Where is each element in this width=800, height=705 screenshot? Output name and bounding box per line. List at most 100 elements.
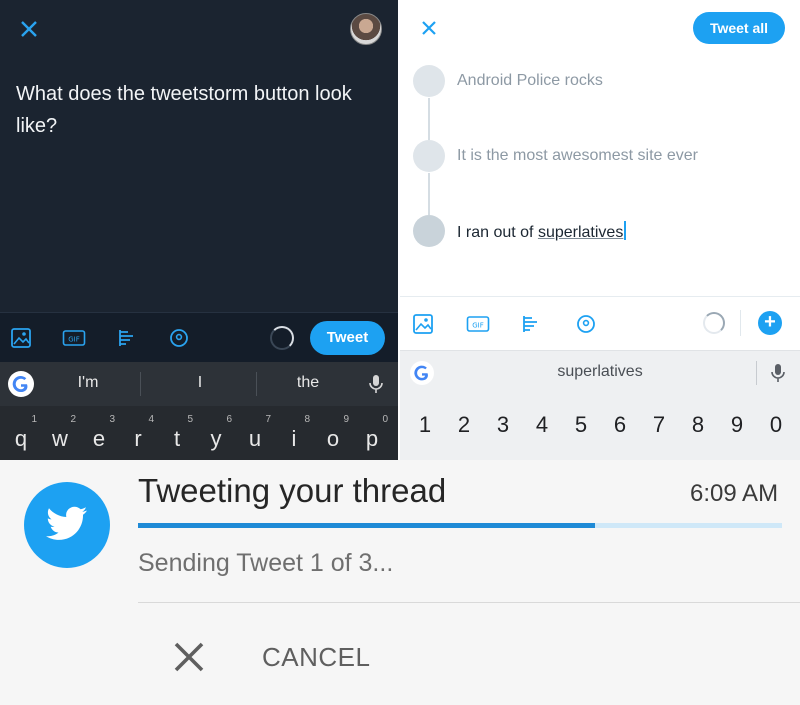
mic-icon[interactable]	[368, 374, 384, 394]
key-number: 3	[109, 414, 115, 425]
divider	[140, 372, 141, 396]
location-icon[interactable]	[575, 313, 597, 335]
svg-text:GIF: GIF	[68, 336, 80, 344]
key-w[interactable]: 2w	[41, 414, 79, 454]
composer-toolbar: GIF Tweet	[0, 312, 398, 362]
cancel-button[interactable]: CANCEL	[168, 632, 388, 680]
key-1[interactable]: 1	[406, 412, 444, 438]
key-2[interactable]: 2	[445, 412, 483, 438]
close-icon[interactable]	[16, 16, 42, 42]
svg-text:GIF: GIF	[472, 322, 484, 330]
key-number: 6	[226, 414, 232, 425]
divider	[138, 602, 800, 603]
keyboard-suggestion-bar: superlatives	[400, 350, 800, 394]
key-3[interactable]: 3	[484, 412, 522, 438]
thread-avatar	[413, 140, 445, 172]
key-number: 7	[265, 414, 271, 425]
key-4[interactable]: 4	[523, 412, 561, 438]
tweet-button[interactable]: Tweet	[310, 321, 385, 355]
key-9[interactable]: 9	[718, 412, 756, 438]
mic-icon[interactable]	[770, 363, 786, 383]
key-5[interactable]: 5	[562, 412, 600, 438]
key-q[interactable]: 1q	[2, 414, 40, 454]
upload-progress-bar	[138, 523, 782, 528]
key-number: 1	[31, 414, 37, 425]
location-icon[interactable]	[168, 327, 190, 349]
close-icon	[172, 640, 206, 674]
key-letter: i	[291, 426, 297, 451]
add-tweet-button[interactable]: +	[758, 311, 782, 335]
avatar[interactable]	[350, 13, 382, 45]
text-cursor	[624, 221, 627, 240]
thread-avatar	[413, 65, 445, 97]
suggestion-2[interactable]: I	[160, 374, 240, 392]
suggestion-1[interactable]: superlatives	[520, 363, 680, 381]
key-letter: o	[326, 426, 340, 451]
key-number: 2	[70, 414, 76, 425]
key-y[interactable]: 6y	[197, 414, 235, 454]
twitter-bird-icon	[24, 482, 110, 568]
key-6[interactable]: 6	[601, 412, 639, 438]
divider	[740, 310, 741, 336]
thread-toolbar: GIF +	[400, 296, 800, 350]
upload-notification[interactable]: Tweeting your thread 6:09 AM Sending Twe…	[0, 460, 800, 705]
key-letter: t	[173, 426, 181, 451]
thread-composer-screen: Tweet all Android Police rocks It is the…	[400, 0, 800, 460]
misspelled-word: superlatives	[537, 224, 624, 241]
thread-icon[interactable]	[116, 327, 138, 349]
key-letter: e	[92, 426, 106, 451]
thread-connector	[428, 98, 430, 140]
notification-time: 6:09 AM	[690, 480, 779, 507]
progress-fill	[138, 523, 596, 528]
thread-avatar	[413, 215, 445, 247]
keyboard-top-row: 1q 2w 3e 4r 5t 6y 7u 8i 9o 0p	[0, 406, 398, 460]
tweet-all-button[interactable]: Tweet all	[693, 12, 785, 44]
compose-text-field[interactable]: What does the tweetstorm button look lik…	[16, 78, 376, 142]
thread-tweet-2[interactable]: It is the most awesomest site ever	[457, 147, 698, 165]
google-icon[interactable]	[410, 361, 434, 385]
gif-icon[interactable]: GIF	[62, 327, 86, 349]
key-number: 9	[343, 414, 349, 425]
key-letter: w	[52, 426, 68, 451]
key-number: 5	[187, 414, 193, 425]
keyboard-number-row: 1 2 3 4 5 6 7 8 9 0	[400, 394, 800, 460]
image-icon[interactable]	[412, 313, 434, 335]
tweet-text: I ran out of	[457, 224, 538, 241]
key-number: 0	[382, 414, 388, 425]
thread-tweet-1[interactable]: Android Police rocks	[457, 72, 603, 90]
close-icon[interactable]	[417, 16, 441, 40]
key-letter: p	[365, 426, 379, 451]
google-icon[interactable]	[8, 371, 34, 397]
key-e[interactable]: 3e	[80, 414, 118, 454]
key-number: 4	[148, 414, 154, 425]
key-letter: q	[14, 426, 28, 451]
thread-tweet-3[interactable]: I ran out of superlatives	[457, 221, 627, 242]
character-count-ring	[270, 326, 294, 350]
key-letter: u	[248, 426, 262, 451]
key-letter: r	[134, 426, 142, 451]
key-number: 8	[304, 414, 310, 425]
key-0[interactable]: 0	[757, 412, 795, 438]
key-8[interactable]: 8	[679, 412, 717, 438]
key-t[interactable]: 5t	[158, 414, 196, 454]
character-count-ring	[703, 312, 725, 334]
dark-composer-screen: What does the tweetstorm button look lik…	[0, 0, 398, 460]
notification-status: Sending Tweet 1 of 3...	[138, 549, 394, 577]
divider	[256, 372, 257, 396]
key-i[interactable]: 8i	[275, 414, 313, 454]
divider	[756, 361, 757, 385]
thread-connector	[428, 173, 430, 215]
image-icon[interactable]	[10, 327, 32, 349]
keyboard-suggestion-bar: I'm I the	[0, 362, 398, 406]
thread-icon[interactable]	[520, 313, 542, 335]
key-p[interactable]: 0p	[353, 414, 391, 454]
suggestion-1[interactable]: I'm	[48, 374, 128, 392]
cancel-label: CANCEL	[262, 642, 371, 672]
key-letter: y	[210, 426, 222, 451]
key-o[interactable]: 9o	[314, 414, 352, 454]
key-u[interactable]: 7u	[236, 414, 274, 454]
suggestion-3[interactable]: the	[268, 374, 348, 392]
key-7[interactable]: 7	[640, 412, 678, 438]
key-r[interactable]: 4r	[119, 414, 157, 454]
gif-icon[interactable]: GIF	[466, 313, 490, 335]
